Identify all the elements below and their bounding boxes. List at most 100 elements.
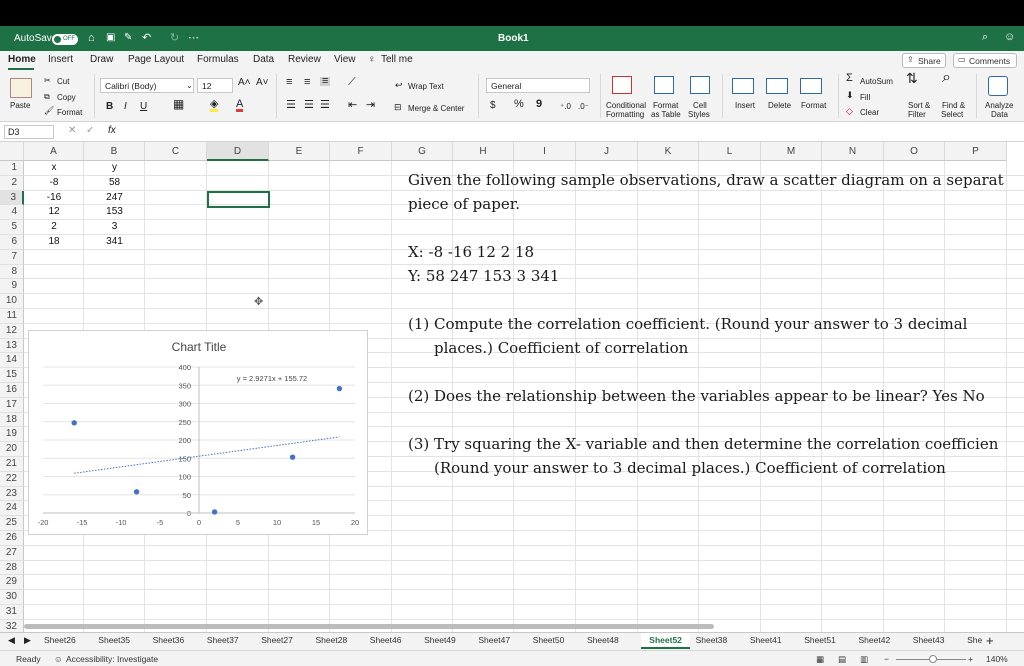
find-select-line2[interactable]: Select [941,110,963,119]
share-button[interactable]: ⇪ Share [902,53,946,68]
selected-cell-d3[interactable] [207,191,270,208]
format-cells-icon[interactable] [800,78,822,94]
scroll-right-icon[interactable]: ▶ [24,635,31,646]
merge-center-button[interactable]: Merge & Center [408,104,464,113]
tab-insert[interactable]: Insert [48,54,73,65]
cut-icon[interactable]: ✂ [44,76,51,85]
sheet-tab-sheet51[interactable]: Sheet51 [804,635,836,645]
row-header-26[interactable]: 26 [0,531,24,546]
row-header-5[interactable]: 5 [0,220,24,235]
row-header-25[interactable]: 25 [0,516,24,531]
row-header-16[interactable]: 16 [0,383,24,398]
align-bottom-icon[interactable]: ≡ [320,76,331,87]
autosum-button[interactable]: AutoSum [860,77,893,86]
undo-icon[interactable]: ↶ [142,31,151,44]
sheet-tab-sheet41[interactable]: Sheet41 [750,635,782,645]
cell-a5[interactable]: 2 [24,220,84,235]
analyze-data-line2[interactable]: Data [991,110,1008,119]
column-header-h[interactable]: H [453,142,514,161]
account-icon[interactable]: ☺ [1004,31,1015,43]
redo-icon[interactable]: ↻ [170,31,179,44]
accessibility-icon[interactable]: ☺ [54,654,63,664]
row-header-2[interactable]: 2 [0,175,24,191]
currency-button[interactable]: $ [490,101,496,111]
row-header-24[interactable]: 24 [0,501,24,517]
align-center-icon[interactable]: ☰ [304,100,314,111]
sheet-tab-sheet37[interactable]: Sheet37 [207,635,239,645]
scroll-left-icon[interactable]: ◀ [8,635,15,646]
sheet-tab-she[interactable]: She [967,635,982,645]
conditional-formatting-line2[interactable]: Formatting [606,110,644,119]
column-header-j[interactable]: J [576,142,638,161]
row-header-22[interactable]: 22 [0,471,24,487]
sheet-tab-sheet36[interactable]: Sheet36 [153,635,185,645]
search-icon[interactable]: ⌕ [982,31,988,44]
tab-formulas[interactable]: Formulas [197,54,239,65]
row-header-23[interactable]: 23 [0,486,24,502]
row-header-7[interactable]: 7 [0,249,24,265]
format-as-table-line2[interactable]: as Table [651,110,681,119]
font-name-select[interactable]: Calibri (Body) [100,78,194,93]
zoom-in-icon[interactable]: + [968,654,973,664]
tab-home[interactable]: Home [8,54,36,65]
cell-styles-line1[interactable]: Cell [693,101,707,110]
page-break-view-icon[interactable]: ▥ [860,654,868,665]
cell-b4[interactable]: 153 [84,205,145,220]
sheet-tab-sheet42[interactable]: Sheet42 [859,635,891,645]
column-header-c[interactable]: C [145,142,207,161]
increase-indent-icon[interactable]: ⇥ [366,100,375,111]
column-header-g[interactable]: G [392,142,453,161]
horizontal-scrollbar[interactable] [24,624,714,629]
column-header-i[interactable]: I [514,142,576,161]
tab-page-layout[interactable]: Page Layout [128,54,184,65]
underline-button[interactable]: U [140,102,147,112]
row-header-20[interactable]: 20 [0,442,24,457]
column-header-b[interactable]: B [84,142,145,161]
confirm-icon[interactable]: ✓ [86,125,94,136]
column-header-p[interactable]: P [945,142,1007,161]
sheet-tab-sheet52[interactable]: Sheet52 [641,633,690,649]
comments-button[interactable]: ▭ Comments [953,53,1017,68]
row-header-10[interactable]: 10 [0,294,24,309]
decrease-indent-icon[interactable]: ⇤ [348,100,357,111]
tab-draw[interactable]: Draw [90,54,113,65]
row-header-1[interactable]: 1 [0,161,24,176]
decrease-font-icon[interactable]: A˅ [256,78,269,88]
sheet-tab-sheet38[interactable]: Sheet38 [696,635,728,645]
column-header-m[interactable]: M [761,142,822,161]
clear-button[interactable]: Clear [860,108,879,117]
fill-button[interactable]: Fill [860,93,870,102]
format-painter-icon[interactable]: 🖌 [44,106,54,115]
sheet-tab-sheet27[interactable]: Sheet27 [261,635,293,645]
page-layout-view-icon[interactable]: ▤ [838,654,846,665]
sheet-tab-sheet26[interactable]: Sheet26 [44,635,76,645]
insert-cells-icon[interactable] [732,78,754,94]
row-header-3[interactable]: 3 [0,190,24,206]
font-size-select[interactable]: 12 [197,78,233,93]
cell-styles-icon[interactable] [690,76,710,94]
row-header-32[interactable]: 32 [0,619,24,632]
add-sheet-icon[interactable]: + [986,633,994,648]
sort-filter-icon[interactable]: ⇅ [906,71,918,85]
row-header-30[interactable]: 30 [0,590,24,605]
row-header-14[interactable]: 14 [0,353,24,369]
number-format-select[interactable]: General [486,78,590,93]
italic-button[interactable]: I [124,102,127,112]
cell-b2[interactable]: 58 [84,176,145,191]
select-all-corner[interactable] [0,142,24,161]
row-header-19[interactable]: 19 [0,427,24,443]
row-header-27[interactable]: 27 [0,545,24,561]
tab-review[interactable]: Review [288,54,321,65]
analyze-data-icon[interactable] [988,76,1008,96]
insert-cells-button[interactable]: Insert [735,101,755,110]
bold-button[interactable]: B [106,102,113,112]
sheet-tab-sheet28[interactable]: Sheet28 [316,635,348,645]
row-header-4[interactable]: 4 [0,205,24,221]
row-header-9[interactable]: 9 [0,279,24,295]
cell-styles-line2[interactable]: Styles [688,110,710,119]
save-icon[interactable]: ▣ [106,32,115,43]
align-right-icon[interactable]: ☰ [320,100,330,111]
cell-b6[interactable]: 341 [84,235,145,250]
percent-button[interactable]: % [514,99,524,110]
name-box[interactable]: D3 [4,125,54,139]
